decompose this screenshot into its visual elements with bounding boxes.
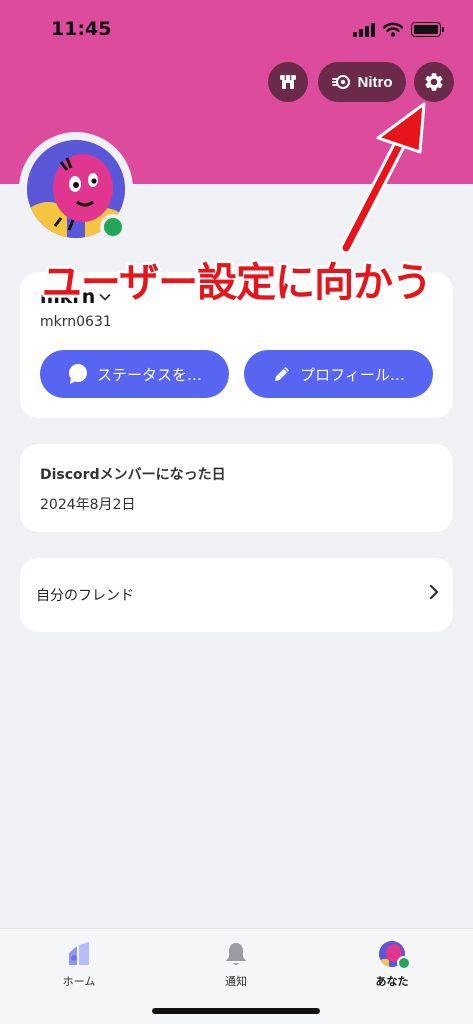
status-bar: 11:45	[0, 0, 473, 60]
home-icon	[69, 942, 89, 965]
tab-notifications[interactable]: 通知	[191, 941, 281, 989]
speech-bubble-icon	[68, 364, 87, 384]
gear-icon	[425, 73, 443, 91]
bell-icon	[226, 943, 246, 965]
signal-icon	[353, 22, 375, 37]
battery-icon	[411, 22, 444, 37]
annotation-callout-text: ユーザー設定に向かう	[41, 260, 432, 306]
nitro-label: Nitro	[357, 73, 393, 91]
tab-you[interactable]: あなた	[347, 941, 437, 989]
status-icons	[353, 22, 444, 37]
tab-avatar	[379, 941, 411, 970]
friends-row[interactable]: 自分のフレンド	[20, 558, 453, 632]
wifi-icon	[383, 22, 403, 37]
home-indicator	[152, 1008, 320, 1014]
shop-button[interactable]	[268, 62, 308, 102]
tab-you-label: あなた	[375, 975, 409, 988]
nitro-icon	[331, 75, 350, 89]
set-status-label: ステータスを…	[96, 365, 202, 384]
friends-label: 自分のフレンド	[36, 588, 134, 604]
username: mkrn0631	[40, 314, 112, 330]
member-since-card: Discordメンバーになった日 2024年8月2日	[20, 444, 453, 532]
online-status-indicator	[100, 214, 126, 240]
settings-button[interactable]	[414, 62, 454, 102]
pencil-icon	[275, 367, 290, 381]
status-time: 11:45	[51, 18, 112, 40]
tab-notifications-label: 通知	[225, 975, 247, 988]
edit-profile-label: プロフィール…	[300, 365, 405, 384]
nitro-button[interactable]: Nitro	[318, 62, 406, 102]
member-since-date: 2024年8月2日	[40, 497, 136, 513]
shop-icon	[280, 75, 296, 89]
tab-online-indicator	[397, 956, 411, 970]
set-status-button[interactable]: ステータスを…	[40, 350, 229, 398]
chevron-right-icon	[429, 584, 439, 600]
member-since-label: Discordメンバーになった日	[40, 467, 226, 483]
tab-home-label: ホーム	[62, 975, 96, 988]
tab-home[interactable]: ホーム	[34, 941, 124, 989]
header-actions: Nitro	[0, 62, 473, 102]
edit-profile-button[interactable]: プロフィール…	[244, 350, 433, 398]
